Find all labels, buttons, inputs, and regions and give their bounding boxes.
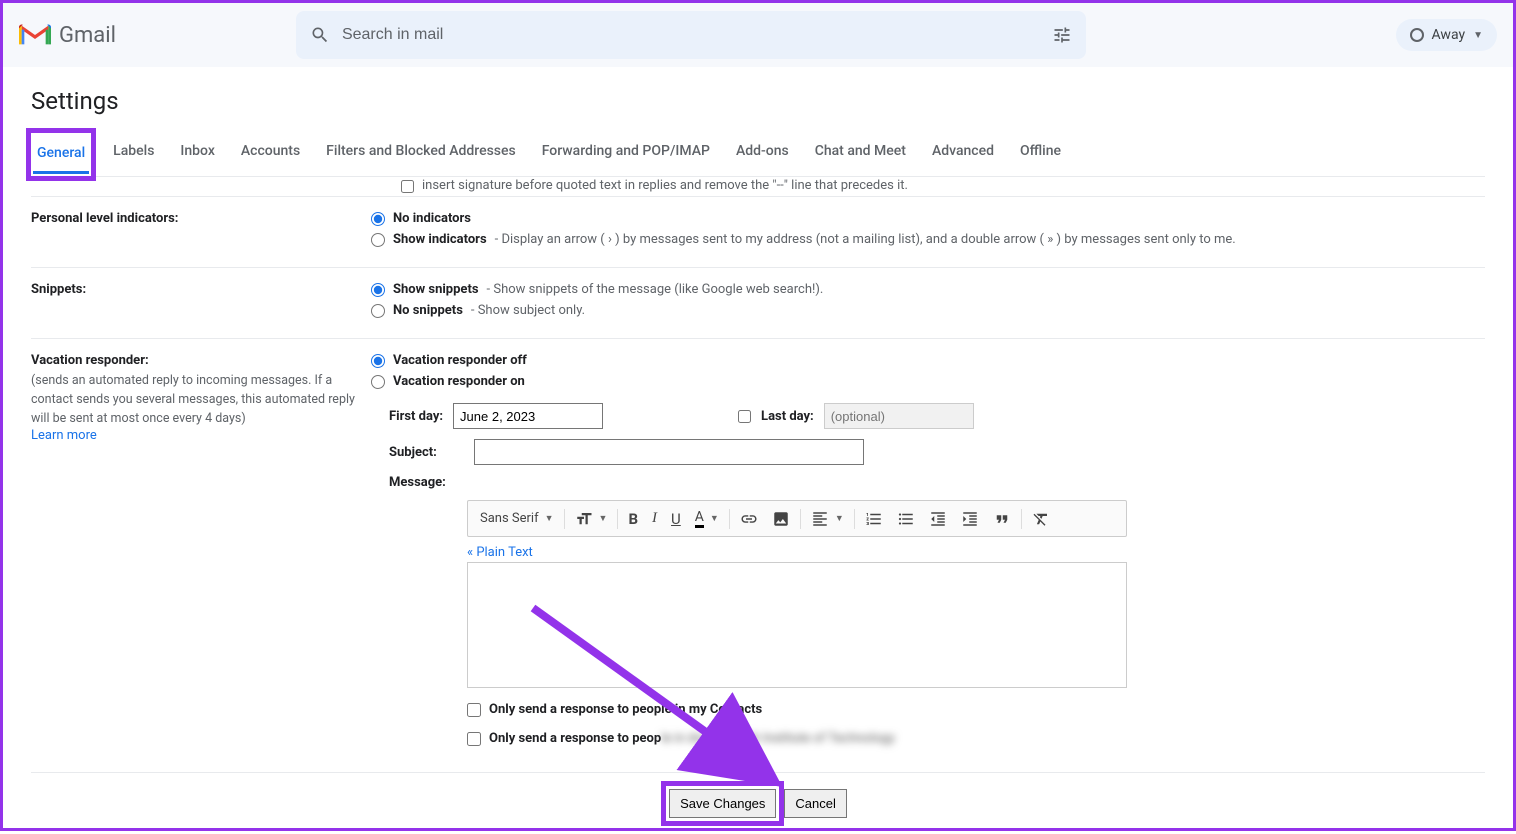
vacation-off-radio[interactable] [371, 354, 385, 368]
vacation-on-radio[interactable] [371, 375, 385, 389]
tab-forwarding[interactable]: Forwarding and POP/IMAP [538, 133, 714, 176]
highlight-general: General [26, 128, 96, 181]
remove-format-button[interactable] [1026, 506, 1056, 532]
snippets-row: Snippets: Show snippets - Show snippets … [31, 268, 1485, 339]
font-size-button[interactable]: ▼ [569, 506, 614, 532]
italic-button[interactable]: I [646, 506, 663, 531]
indent-less-button[interactable] [923, 506, 953, 532]
subject-input[interactable] [474, 439, 864, 465]
personal-level-row: Personal level indicators: No indicators… [31, 197, 1485, 268]
show-indicators-label: Show indicators [393, 232, 487, 247]
tab-labels[interactable]: Labels [109, 133, 158, 176]
font-family-button[interactable]: Sans Serif▼ [474, 507, 560, 530]
logo-text: Gmail [59, 23, 116, 48]
text-color-button[interactable]: A▼ [689, 505, 725, 532]
underline-button[interactable]: U [665, 506, 687, 532]
vacation-label: Vacation responder: [31, 353, 371, 368]
gmail-icon [19, 23, 51, 47]
no-snippets-label: No snippets [393, 303, 463, 318]
tune-icon[interactable] [1052, 25, 1072, 45]
status-text: Away [1432, 27, 1466, 43]
format-toolbar: Sans Serif▼ ▼ B I U A▼ ▼ [467, 500, 1127, 537]
last-day-input[interactable] [824, 403, 974, 429]
image-button[interactable] [766, 506, 796, 532]
status-away-icon [1410, 28, 1424, 42]
tab-general[interactable]: General [33, 135, 89, 174]
last-day-label: Last day: [761, 409, 814, 424]
show-snippets-label: Show snippets [393, 282, 479, 297]
search-input[interactable] [342, 26, 1052, 44]
link-button[interactable] [734, 506, 764, 532]
show-indicators-radio[interactable] [371, 233, 385, 247]
tab-accounts[interactable]: Accounts [237, 133, 304, 176]
tab-addons[interactable]: Add-ons [732, 133, 793, 176]
only-contacts-label: Only send a response to people in my Con… [489, 702, 762, 717]
tab-offline[interactable]: Offline [1016, 133, 1065, 176]
header: Gmail Away ▼ [3, 3, 1513, 67]
vacation-on-label: Vacation responder on [393, 374, 525, 389]
message-textarea[interactable] [467, 562, 1127, 688]
button-row: Save Changes Cancel [31, 772, 1485, 834]
last-day-checkbox[interactable] [738, 410, 751, 423]
no-snippets-desc: - Show subject only. [471, 303, 585, 318]
message-label: Message: [389, 475, 464, 490]
indent-more-button[interactable] [955, 506, 985, 532]
tab-filters[interactable]: Filters and Blocked Addresses [322, 133, 520, 176]
no-snippets-radio[interactable] [371, 304, 385, 318]
tab-chat[interactable]: Chat and Meet [811, 133, 910, 176]
bullet-list-button[interactable] [891, 506, 921, 532]
chevron-down-icon: ▼ [1473, 30, 1483, 41]
tabs: General Labels Inbox Accounts Filters an… [31, 133, 1485, 177]
search-icon [310, 25, 330, 45]
vacation-off-label: Vacation responder off [393, 353, 527, 368]
signature-checkbox[interactable] [401, 180, 414, 193]
no-indicators-radio[interactable] [371, 212, 385, 226]
only-domain-checkbox[interactable] [467, 732, 481, 746]
align-button[interactable]: ▼ [805, 506, 850, 532]
learn-more-link[interactable]: Learn more [31, 428, 97, 443]
tab-advanced[interactable]: Advanced [928, 133, 998, 176]
show-snippets-radio[interactable] [371, 283, 385, 297]
cutoff-text: insert signature before quoted text in r… [422, 178, 908, 193]
save-button[interactable]: Save Changes [669, 789, 776, 818]
snippets-label: Snippets: [31, 282, 371, 324]
search-bar[interactable] [296, 11, 1086, 59]
status-selector[interactable]: Away ▼ [1396, 19, 1497, 51]
no-indicators-label: No indicators [393, 211, 471, 226]
logo[interactable]: Gmail [19, 23, 116, 48]
page-title: Settings [31, 87, 1485, 115]
cancel-button[interactable]: Cancel [784, 789, 846, 818]
subject-label: Subject: [389, 445, 464, 460]
bold-button[interactable]: B [622, 506, 644, 532]
tab-inbox[interactable]: Inbox [176, 133, 218, 176]
first-day-input[interactable] [453, 403, 603, 429]
only-domain-label: Only send a response to people in domain… [489, 731, 895, 746]
first-day-label: First day: [389, 409, 443, 424]
show-indicators-desc: - Display an arrow ( › ) by messages sen… [495, 232, 1236, 247]
only-contacts-checkbox[interactable] [467, 703, 481, 717]
plain-text-link[interactable]: « Plain Text [467, 545, 1485, 560]
vacation-sub: (sends an automated reply to incoming me… [31, 372, 371, 428]
vacation-row: Vacation responder: (sends an automated … [31, 339, 1485, 760]
show-snippets-desc: - Show snippets of the message (like Goo… [487, 282, 824, 297]
quote-button[interactable] [987, 506, 1017, 532]
cutoff-row: insert signature before quoted text in r… [31, 177, 1485, 197]
personal-level-label: Personal level indicators: [31, 211, 371, 253]
numbered-list-button[interactable] [859, 506, 889, 532]
